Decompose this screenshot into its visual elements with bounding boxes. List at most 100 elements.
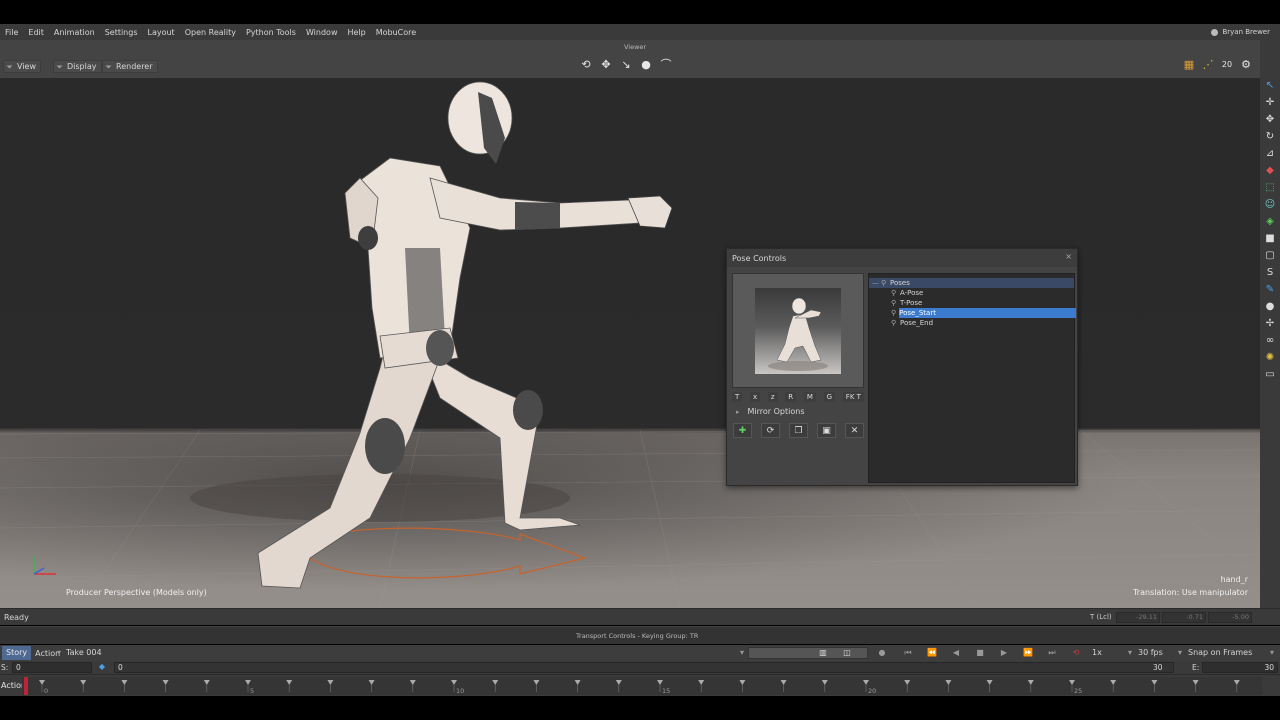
- wrench-icon[interactable]: ⚙: [1238, 56, 1254, 72]
- rotate-icon[interactable]: ↻: [1263, 129, 1277, 143]
- curve-tool-icon[interactable]: S: [1263, 265, 1277, 279]
- stop-icon[interactable]: ■: [974, 647, 986, 659]
- frame-display-icon[interactable]: ▥: [817, 647, 829, 659]
- curve-icon[interactable]: ⋰: [1200, 56, 1216, 72]
- status-bar: Ready T (Lcl) -29.11 -0.71 -5.00: [0, 608, 1280, 625]
- play-reverse-icon[interactable]: ◀: [950, 647, 962, 659]
- add-pose-button[interactable]: ✚: [733, 423, 752, 438]
- orbit-icon[interactable]: ⌒: [658, 56, 674, 72]
- joint-icon[interactable]: ✢: [1263, 316, 1277, 330]
- split-view-icon[interactable]: ◫: [841, 647, 853, 659]
- refresh-pose-button[interactable]: ⟳: [761, 423, 780, 438]
- translate-icon[interactable]: ✛: [1263, 95, 1277, 109]
- display-menu-button[interactable]: Display: [53, 60, 102, 73]
- chevron-down-icon[interactable]: ▾: [1266, 647, 1278, 659]
- dolly-icon[interactable]: ↘: [618, 56, 634, 72]
- rotate-view-icon[interactable]: ⟲: [578, 56, 594, 72]
- sphere-icon[interactable]: ●: [1263, 299, 1277, 313]
- menu-edit[interactable]: Edit: [23, 28, 49, 37]
- close-icon[interactable]: ×: [1065, 252, 1072, 261]
- loop-icon[interactable]: ⟲: [1070, 647, 1082, 659]
- frame-icon[interactable]: ▭: [1263, 367, 1277, 381]
- tree-root-poses[interactable]: — ⚲ Poses: [869, 278, 1074, 288]
- scale-icon[interactable]: ⊿: [1263, 146, 1277, 160]
- x-toggle[interactable]: x: [750, 392, 761, 402]
- anim-icon[interactable]: ◈: [1263, 214, 1277, 228]
- menu-window[interactable]: Window: [301, 28, 343, 37]
- keyframe-marker: [863, 680, 869, 685]
- dropdown-icon: [6, 65, 13, 68]
- magnify-counter[interactable]: 20: [1219, 56, 1235, 72]
- box-icon[interactable]: ▢: [1263, 248, 1277, 262]
- key-icon[interactable]: ◆: [1263, 163, 1277, 177]
- select-icon[interactable]: ↖: [1263, 78, 1277, 92]
- tree-item-t-pose[interactable]: ⚲ T-Pose: [869, 298, 1074, 308]
- pose-controls-titlebar[interactable]: Pose Controls ×: [727, 249, 1077, 267]
- move-icon[interactable]: ✥: [1263, 112, 1277, 126]
- chevron-down-icon[interactable]: ▾: [736, 647, 748, 659]
- play-icon[interactable]: ▶: [998, 647, 1010, 659]
- letterbox-bottom: [0, 696, 1280, 720]
- transform-z-field[interactable]: -5.00: [1208, 612, 1252, 623]
- speed-dropdown[interactable]: 1x: [1092, 648, 1102, 657]
- menu-layout[interactable]: Layout: [143, 28, 180, 37]
- match-toggle[interactable]: M: [803, 392, 816, 402]
- view-menu-button[interactable]: View: [3, 60, 41, 73]
- transform-x-field[interactable]: -29.11: [1116, 612, 1160, 623]
- link-icon[interactable]: ∞: [1263, 333, 1277, 347]
- tree-item-pose-end[interactable]: ⚲ Pose_End: [869, 318, 1074, 328]
- keyframe-marker: [1110, 680, 1117, 685]
- next-key-icon[interactable]: ⏩: [1022, 647, 1034, 659]
- chevron-down-icon[interactable]: ▾: [53, 647, 65, 659]
- end-frame-field[interactable]: 30: [1202, 662, 1278, 673]
- manipulator-toolbar: ⟲ ✥ ↘ ● ⌒: [578, 56, 674, 72]
- menu-python-tools[interactable]: Python Tools: [241, 28, 301, 37]
- light-icon[interactable]: ✺: [1263, 350, 1277, 364]
- prev-key-icon[interactable]: ⏪: [926, 647, 938, 659]
- cube-icon[interactable]: ■: [1263, 231, 1277, 245]
- goto-start-icon[interactable]: ⏮: [902, 647, 914, 659]
- snap-dropdown[interactable]: Snap on Frames: [1188, 648, 1252, 657]
- story-mode-button[interactable]: Story: [2, 646, 32, 660]
- pan-icon[interactable]: ✥: [598, 56, 614, 72]
- chevron-down-icon[interactable]: ▾: [1174, 647, 1186, 659]
- rotate-toggle[interactable]: R: [785, 392, 797, 402]
- bone-icon[interactable]: ⬚: [1263, 180, 1277, 194]
- transport-controls-titlebar: Transport Controls - Keying Group: TR: [0, 626, 1280, 644]
- take-selector[interactable]: Take 004: [66, 645, 746, 661]
- menu-settings[interactable]: Settings: [100, 28, 143, 37]
- fk-t-toggle[interactable]: FK T: [842, 392, 864, 402]
- tree-item-a-pose[interactable]: ⚲ A-Pose: [869, 288, 1074, 298]
- gravity-toggle[interactable]: G: [823, 392, 836, 402]
- time-slider[interactable]: 0: [114, 662, 1174, 673]
- chevron-down-icon[interactable]: ▾: [1124, 647, 1136, 659]
- record-icon[interactable]: ●: [876, 647, 888, 659]
- copy-pose-button[interactable]: ❐: [789, 423, 808, 438]
- user-account[interactable]: Bryan Brewer: [1211, 24, 1270, 40]
- menu-mobucore[interactable]: MobuCore: [371, 28, 421, 37]
- paste-pose-button[interactable]: ▣: [817, 423, 836, 438]
- keying-icon[interactable]: ▦: [1181, 56, 1197, 72]
- translate-toggle[interactable]: T: [732, 392, 743, 402]
- menu-animation[interactable]: Animation: [49, 28, 100, 37]
- delete-pose-button[interactable]: ✕: [845, 423, 864, 438]
- pen-icon[interactable]: ✎: [1263, 282, 1277, 296]
- z-toggle[interactable]: z: [767, 392, 778, 402]
- fps-dropdown[interactable]: 30 fps: [1138, 648, 1163, 657]
- menu-help[interactable]: Help: [342, 28, 370, 37]
- transform-y-field[interactable]: -0.71: [1162, 612, 1206, 623]
- menu-open-reality[interactable]: Open Reality: [180, 28, 241, 37]
- scrubber-icon[interactable]: ◆: [96, 661, 108, 673]
- goto-end-icon[interactable]: ⏭: [1046, 647, 1058, 659]
- zoom-icon[interactable]: ●: [638, 56, 654, 72]
- start-frame-field[interactable]: 0: [12, 662, 92, 673]
- mirror-options-toggle[interactable]: ▸ Mirror Options: [736, 407, 805, 416]
- menu-file[interactable]: File: [0, 28, 23, 37]
- renderer-menu-button[interactable]: Renderer: [102, 60, 158, 73]
- keyframe-marker: [615, 680, 622, 685]
- playhead[interactable]: [24, 677, 28, 695]
- character-icon[interactable]: ☺: [1263, 197, 1277, 211]
- collapse-icon[interactable]: —: [872, 278, 879, 288]
- tree-item-pose-start[interactable]: ⚲ Pose_Start: [869, 308, 1076, 318]
- selected-model-label: hand_r: [1220, 575, 1248, 584]
